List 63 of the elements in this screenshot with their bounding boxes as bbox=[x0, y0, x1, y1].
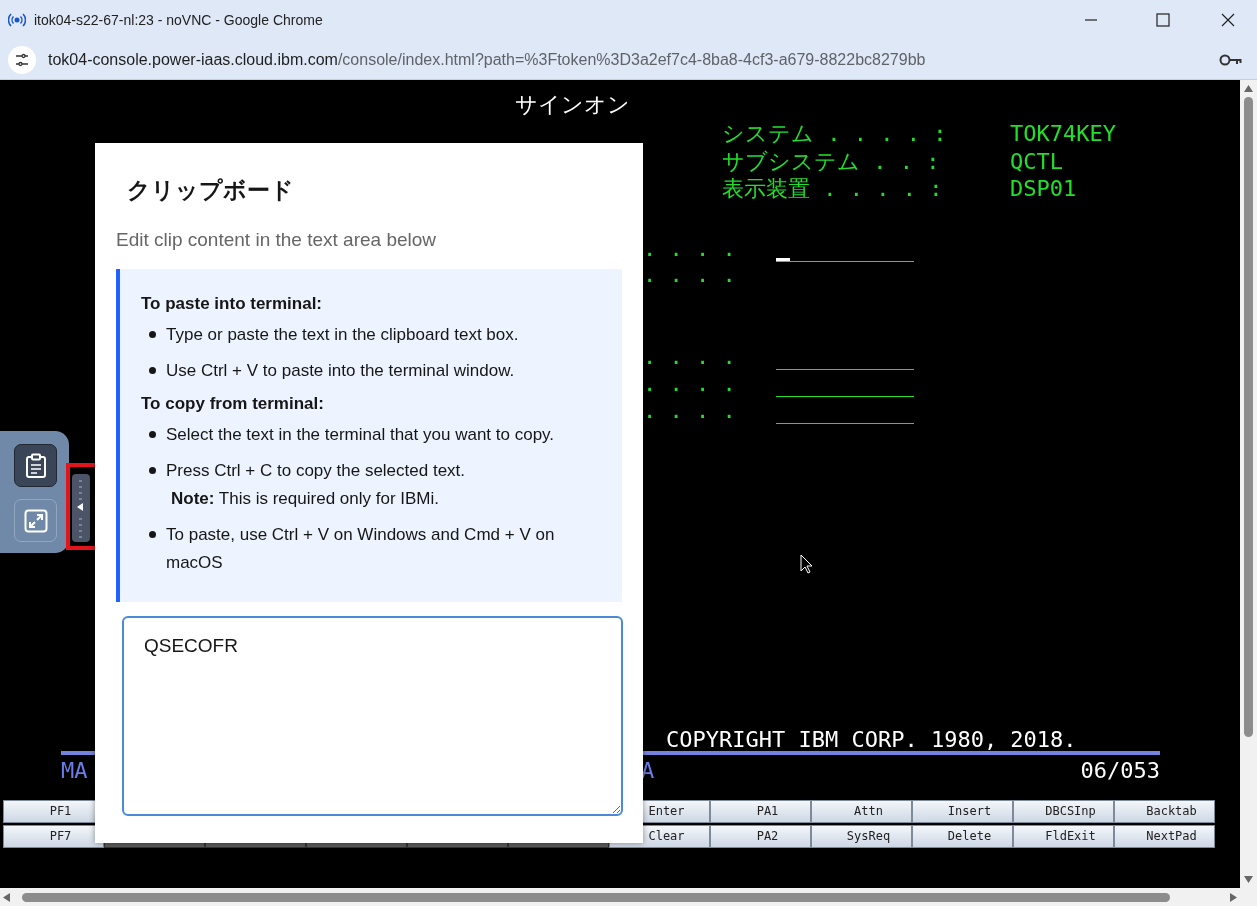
field-label: 表示装置 . . . . : bbox=[722, 175, 944, 203]
scroll-left-icon[interactable] bbox=[3, 892, 10, 902]
scrollbar-thumb[interactable] bbox=[1244, 97, 1253, 737]
horizontal-scrollbar[interactable] bbox=[0, 888, 1257, 906]
function-key[interactable]: PA1 bbox=[710, 800, 811, 823]
function-key[interactable]: Backtab bbox=[1114, 800, 1215, 823]
drag-handle[interactable] bbox=[72, 474, 90, 542]
function-key[interactable]: DBCSInp bbox=[1013, 800, 1114, 823]
scrollbar-thumb[interactable] bbox=[22, 892, 1170, 902]
bullet-icon bbox=[149, 331, 156, 338]
function-key[interactable]: NextPad bbox=[1114, 825, 1215, 848]
url-text[interactable]: tok04-console.power-iaas.cloud.ibm.com/console/index.html?path=%3Ftoken%3D3a2ef7c4-8ba8-4cf3-a679-8822bc8279bb bbox=[48, 47, 926, 72]
bullet-icon bbox=[149, 531, 156, 538]
clipboard-text-area[interactable]: QSECOFR bbox=[122, 616, 623, 816]
maximize-icon[interactable] bbox=[1156, 13, 1170, 27]
leader-dots: . . . . bbox=[643, 261, 737, 288]
instruction-text: Type or paste the text in the clipboard text box. bbox=[166, 324, 519, 346]
field-label: サブシステム . . : bbox=[722, 147, 941, 175]
clipboard-button[interactable] bbox=[14, 444, 57, 487]
section-heading: To copy from terminal: bbox=[141, 393, 325, 415]
function-key[interactable]: FldExit bbox=[1013, 825, 1114, 848]
instruction-text: Use Ctrl + V to paste into the terminal window. bbox=[166, 360, 515, 382]
vertical-scrollbar[interactable] bbox=[1240, 80, 1257, 888]
dialog-title: クリップボード bbox=[127, 176, 295, 205]
bullet-icon bbox=[149, 431, 156, 438]
clipboard-icon bbox=[24, 452, 47, 479]
expand-icon bbox=[23, 508, 48, 533]
window-title: itok04-s22-67-nl:23 - noVNC - Google Chrome bbox=[34, 10, 323, 30]
bullet-icon bbox=[149, 467, 156, 474]
leader-dots: . . . . bbox=[643, 235, 737, 262]
leader-dots: . . . . bbox=[643, 397, 737, 424]
leader-dots: . . . . bbox=[643, 370, 737, 397]
instruction-text: Select the text in the terminal that you want to copy. bbox=[166, 424, 555, 446]
function-key[interactable]: PA2 bbox=[710, 825, 811, 848]
function-key[interactable]: Attn bbox=[811, 800, 912, 823]
function-key[interactable]: Delete bbox=[912, 825, 1013, 848]
scroll-down-icon[interactable] bbox=[1244, 876, 1253, 883]
close-icon[interactable] bbox=[1221, 13, 1235, 27]
function-key[interactable]: Insert bbox=[912, 800, 1013, 823]
field-value: QCTL bbox=[1010, 147, 1063, 175]
site-settings-icon[interactable] bbox=[8, 45, 36, 74]
dialog-subtitle: Edit clip content in the text area below bbox=[116, 228, 438, 252]
instruction-text: Press Ctrl + C to copy the selected text. bbox=[166, 460, 466, 482]
function-key[interactable]: SysReq bbox=[811, 825, 912, 848]
field-value: DSP01 bbox=[1010, 175, 1077, 203]
status-text: MA bbox=[61, 757, 88, 784]
section-heading: To paste into terminal: bbox=[141, 293, 324, 315]
key-icon[interactable] bbox=[1219, 52, 1243, 67]
field-value: TOK74KEY bbox=[1010, 120, 1116, 148]
scroll-up-icon[interactable] bbox=[1244, 85, 1253, 92]
bullet-icon bbox=[149, 367, 156, 374]
instruction-text: To paste, use Ctrl + V on Windows and Cmd + V on macOS bbox=[166, 524, 556, 574]
note-text: Note: This is required only for IBMi. bbox=[171, 488, 440, 510]
leader-dots: . . . . bbox=[643, 343, 737, 370]
mouse-pointer-icon bbox=[800, 554, 813, 574]
function-key[interactable]: PF7 bbox=[3, 825, 104, 848]
field-label: システム . . . . : bbox=[722, 120, 948, 148]
copyright-text: COPYRIGHT IBM CORP. 1980, 2018. bbox=[666, 726, 1077, 753]
fullscreen-button[interactable] bbox=[14, 499, 57, 542]
screen-title: サインオン bbox=[515, 91, 630, 118]
scroll-right-icon[interactable] bbox=[1230, 892, 1237, 902]
broadcast-icon bbox=[8, 11, 26, 29]
cursor-position: 06/053 bbox=[1080, 757, 1160, 784]
